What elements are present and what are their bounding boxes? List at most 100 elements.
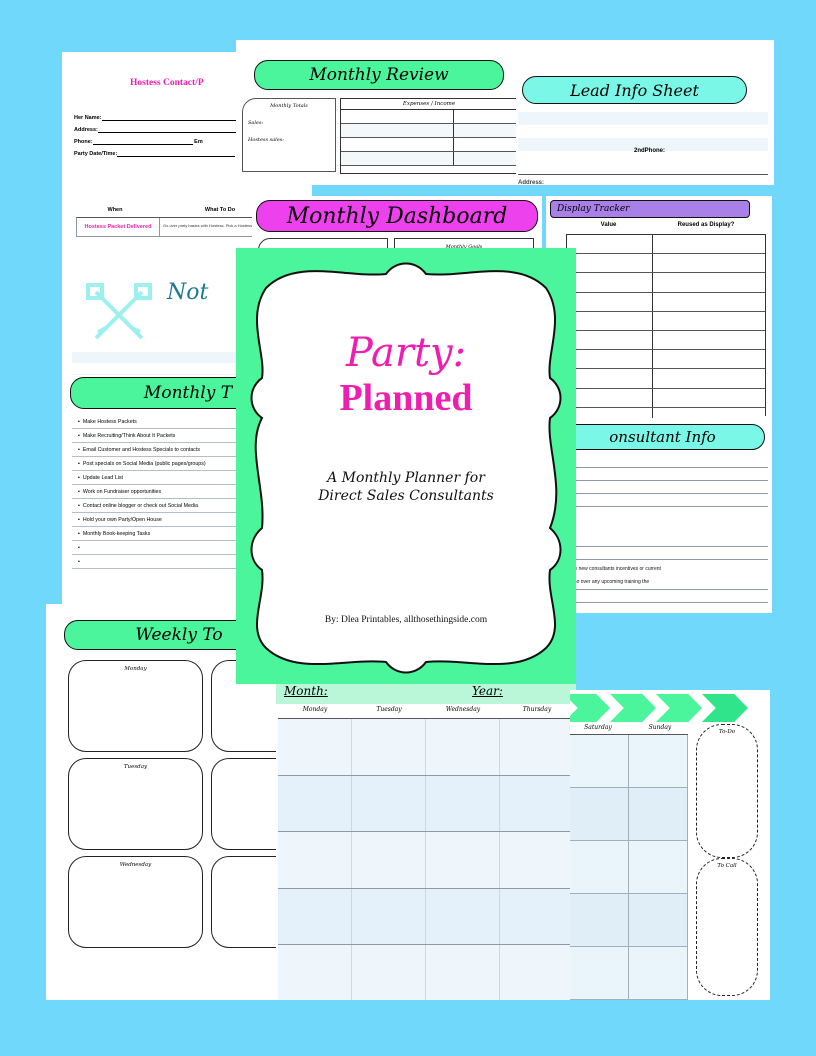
cover-title-planned: Planned: [339, 377, 473, 419]
table-row: [567, 388, 765, 408]
hostess-field-name: Her Name:: [74, 114, 242, 121]
tracker-header-row: Value Reused as Display?: [566, 222, 766, 228]
consultant-info-title: onsultant Info: [609, 428, 716, 446]
chevron-arrow-icon: [702, 694, 748, 722]
tracker-col-value: Value: [600, 222, 617, 228]
calendar-cell[interactable]: [426, 888, 500, 944]
to-do-box[interactable]: To-Do: [696, 724, 758, 858]
calendar-cell[interactable]: [352, 719, 426, 775]
table-row: [341, 152, 517, 166]
calendar-cell[interactable]: [500, 832, 574, 888]
calendar-cell[interactable]: [500, 945, 574, 1000]
calendar-cell[interactable]: [426, 945, 500, 1000]
calendar-cell[interactable]: [278, 775, 352, 831]
table-row: [567, 330, 765, 351]
display-tracker-banner: Display Tracker: [550, 200, 750, 218]
expenses-income-table: Expenses / Income: [340, 98, 518, 174]
chevron-arrow-icon: [656, 694, 702, 722]
calendar-day-monday: Monday: [302, 706, 328, 713]
calendar-cell[interactable]: [352, 888, 426, 944]
consultant-line: [548, 533, 768, 547]
monthly-calendar-sheet: Month: Year: Monday Tuesday Wednesday Th…: [276, 672, 576, 1000]
weekend-cell[interactable]: [570, 788, 629, 840]
display-tracker-title: Display Tracker: [557, 204, 630, 214]
expenses-income-header: Expenses / Income: [341, 99, 517, 110]
monthly-review-sheet: Monthly Review Monthly Totals Sales: Hos…: [236, 40, 526, 185]
calendar-week-row: [278, 888, 574, 945]
monthly-totals-sales: Sales:: [248, 120, 264, 126]
new-consultant-info-sheet: onsultant Info nutr): Go over any new co…: [546, 418, 772, 613]
weekend-cell[interactable]: [570, 735, 629, 787]
hostess-row-when: Hostess Packet Delivered: [77, 218, 160, 237]
table-row: [567, 273, 765, 293]
calendar-cell[interactable]: [352, 775, 426, 831]
calendar-year-label[interactable]: Year:: [472, 684, 503, 698]
weekly-day-tuesday[interactable]: Tuesday: [68, 758, 203, 850]
calendar-cell[interactable]: [500, 775, 574, 831]
calendar-cell[interactable]: [278, 719, 352, 775]
weekend-cell[interactable]: [629, 735, 688, 787]
weekend-cell[interactable]: [629, 894, 688, 946]
calendar-cell[interactable]: [352, 945, 426, 1000]
weekend-cell[interactable]: [570, 841, 629, 893]
weekly-day-monday[interactable]: Monday: [68, 660, 203, 752]
weekend-week-row: [570, 841, 688, 894]
hostess-field-email-label: Em: [194, 139, 203, 145]
table-row: [567, 292, 765, 312]
hostess-field-name-label: Her Name:: [74, 115, 102, 121]
hostess-field-partydate-label: Party Date/Time:: [74, 151, 118, 157]
tracker-col-reused: Reused as Display?: [677, 222, 735, 228]
weekend-cell[interactable]: [570, 947, 629, 999]
weekend-cell[interactable]: [570, 894, 629, 946]
to-call-box[interactable]: To Call: [696, 858, 758, 996]
hostess-col-when: When: [107, 207, 123, 213]
consultant-line: [548, 576, 768, 590]
tracker-grid: [566, 234, 766, 426]
chevron-arrow-icon: [610, 694, 656, 722]
display-tracker-sheet: Display Tracker Value Reused as Display?: [546, 196, 772, 426]
monthly-dashboard-title: Monthly Dashboard: [286, 203, 508, 229]
hostess-field-phone: Phone: Em: [74, 138, 203, 145]
consultant-line: [548, 480, 768, 494]
crossed-keys-icon: [86, 283, 152, 340]
weekend-cell[interactable]: [629, 947, 688, 999]
weekly-day-label: Tuesday: [123, 764, 148, 770]
weekend-grid: [570, 734, 688, 1000]
weekend-cell[interactable]: [629, 841, 688, 893]
weekend-cell[interactable]: [629, 788, 688, 840]
calendar-cell[interactable]: [278, 888, 352, 944]
calendar-cell[interactable]: [278, 945, 352, 1000]
table-row: [567, 311, 765, 331]
lead-line: [518, 112, 768, 125]
calendar-cell[interactable]: [426, 775, 500, 831]
hostess-sheet-title: Hostess Contact/P: [130, 78, 204, 88]
monthly-totals-box: Monthly Totals Sales: Hostess sales:: [242, 98, 336, 172]
table-row: [341, 124, 517, 138]
to-do-box-label: To-Do: [718, 729, 736, 735]
to-call-box-label: To Call: [717, 863, 737, 869]
weekend-week-row: [570, 788, 688, 841]
consultant-info-banner: onsultant Info: [560, 424, 765, 450]
calendar-cell[interactable]: [500, 888, 574, 944]
calendar-day-header-row: Monday Tuesday Wednesday Thursday: [278, 706, 574, 713]
consultant-line: [548, 546, 768, 560]
monthly-review-banner: Monthly Review: [254, 60, 504, 90]
calendar-cell[interactable]: [278, 832, 352, 888]
consultant-line: [548, 467, 768, 481]
weekend-columns-sheet: Saturday Sunday To-Do To Call: [570, 690, 770, 1000]
weekly-day-wednesday[interactable]: Wednesday: [68, 856, 203, 948]
calendar-week-row: [278, 775, 574, 832]
calendar-cell[interactable]: [426, 719, 500, 775]
monthly-totals-caption: Monthly Totals: [270, 103, 308, 109]
calendar-cell[interactable]: [352, 832, 426, 888]
lead-address-label: Address:: [518, 180, 545, 185]
consultant-line: [548, 454, 768, 468]
calendar-cell[interactable]: [426, 832, 500, 888]
weekend-day-saturday: Saturday: [584, 724, 612, 731]
calendar-cell[interactable]: [500, 719, 574, 775]
calendar-day-tuesday: Tuesday: [376, 706, 402, 713]
calendar-month-label[interactable]: Month:: [284, 684, 328, 698]
calendar-week-row: [278, 832, 574, 889]
lead-info-banner: Lead Info Sheet: [522, 76, 747, 104]
hostess-field-address-label: Address:: [74, 127, 98, 133]
